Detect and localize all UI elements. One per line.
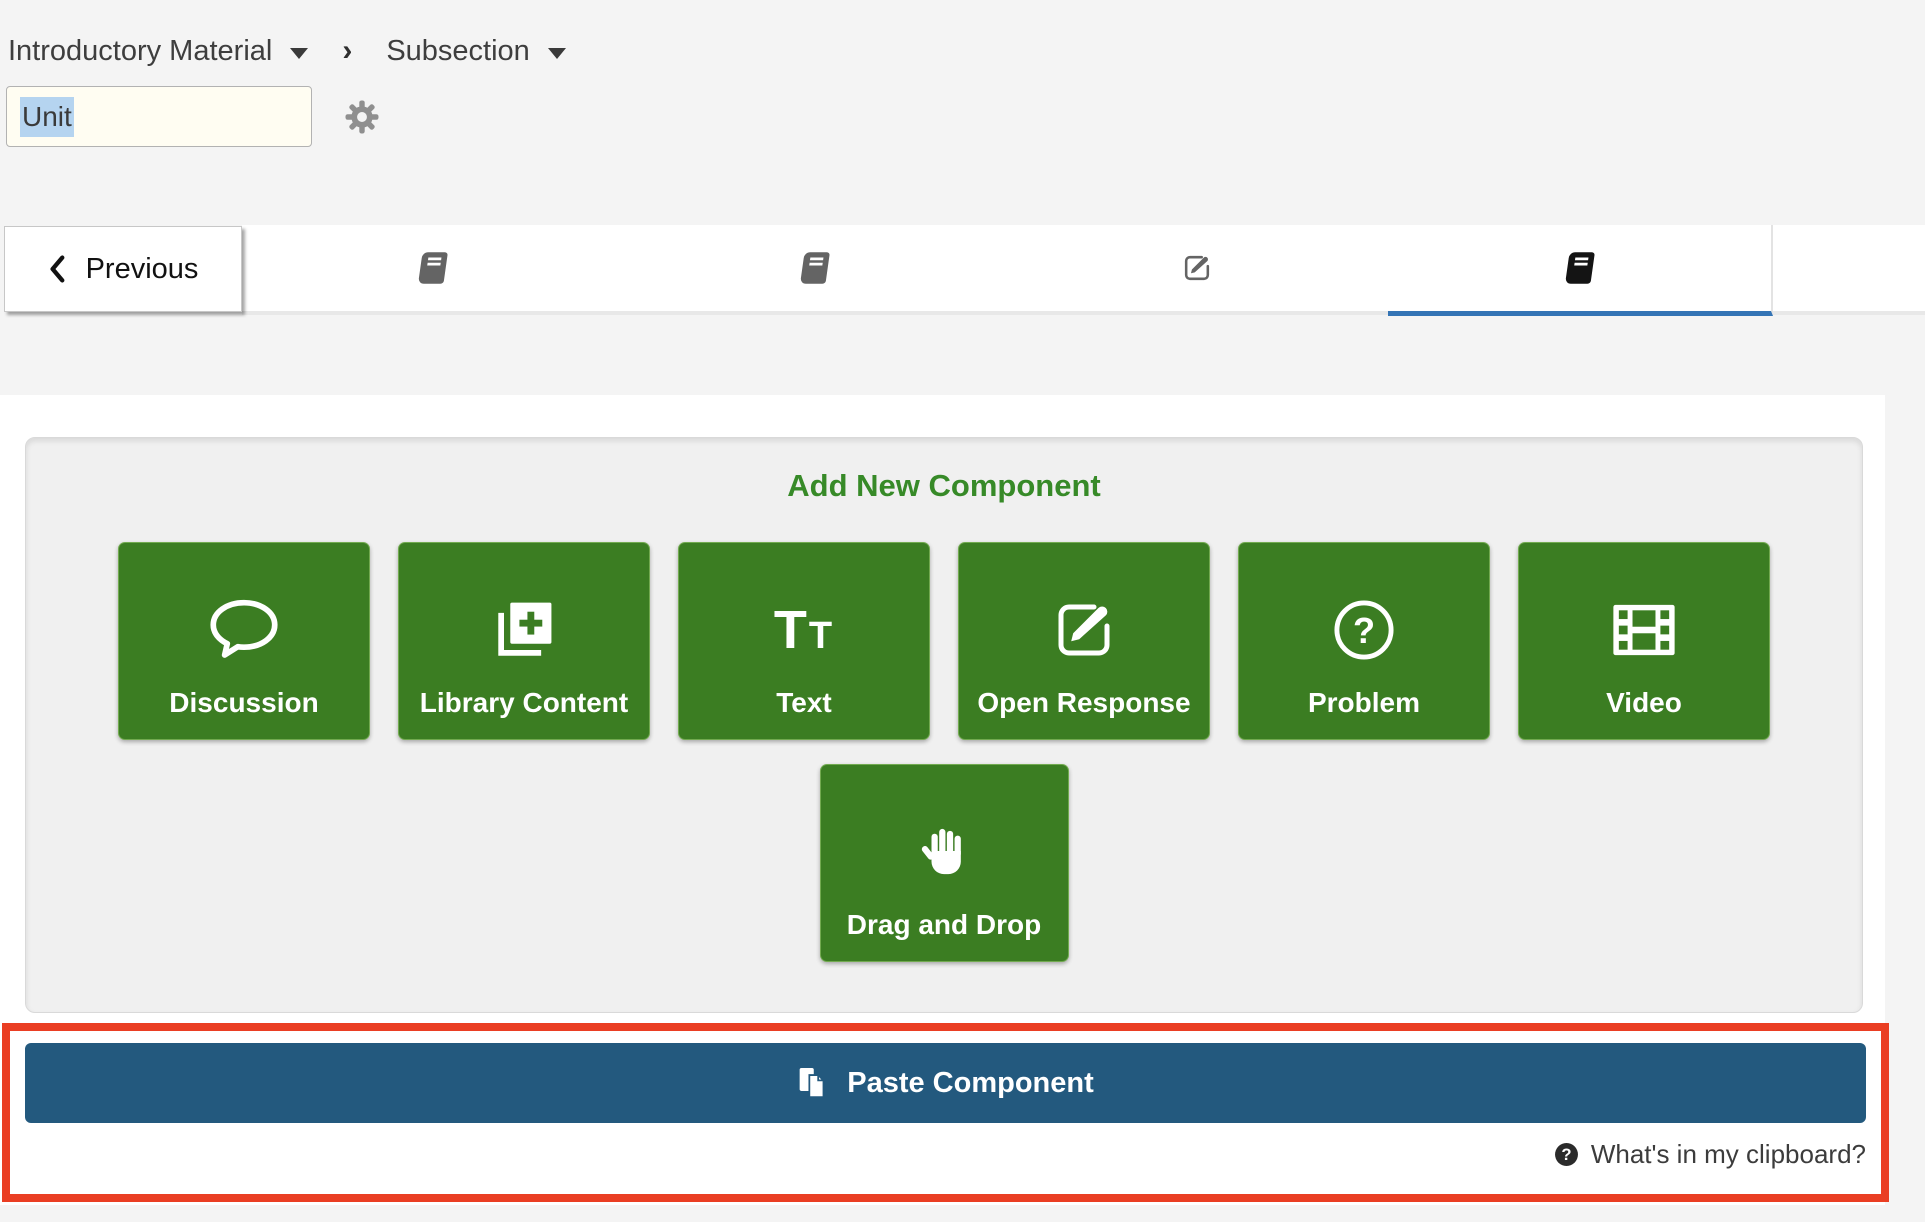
breadcrumb-subsection-dropdown[interactable]: Subsection <box>386 35 566 68</box>
add-new-component-panel: Add New Component Discussion <box>25 437 1863 1013</box>
add-discussion-button[interactable]: Discussion <box>118 542 370 740</box>
component-button-label: Drag and Drop <box>847 909 1041 941</box>
unit-settings-button[interactable] <box>344 99 380 135</box>
component-button-label: Text <box>776 687 832 719</box>
whats-in-my-clipboard-link[interactable]: ? What's in my clipboard? <box>1554 1139 1866 1170</box>
add-library-content-button[interactable]: Library Content <box>398 542 650 740</box>
question-circle-icon: ? <box>1554 1142 1579 1167</box>
unit-tab-bar: Previous <box>0 225 1925 317</box>
unit-content-panel: Add New Component Discussion <box>0 395 1885 1205</box>
add-drag-and-drop-button[interactable]: Drag and Drop <box>820 764 1069 962</box>
add-text-button[interactable]: TT Text <box>678 542 930 740</box>
component-button-label: Library Content <box>420 687 628 719</box>
paste-component-button[interactable]: Paste Component <box>25 1043 1866 1123</box>
discussion-icon <box>207 597 281 663</box>
paste-icon <box>797 1066 827 1100</box>
component-button-label: Problem <box>1308 687 1420 719</box>
paste-component-label: Paste Component <box>847 1067 1094 1100</box>
add-component-title: Add New Component <box>26 468 1862 504</box>
open-response-icon <box>1050 596 1118 664</box>
breadcrumb-section-dropdown[interactable]: Introductory Material <box>8 35 308 68</box>
clipboard-link-label: What's in my clipboard? <box>1591 1139 1866 1170</box>
component-button-row-2: Drag and Drop <box>26 764 1862 962</box>
breadcrumb-separator: › <box>342 34 352 68</box>
problem-icon: ? <box>1330 596 1398 664</box>
paste-section-highlight: Paste Component ? What's in my clipboard… <box>2 1023 1889 1202</box>
svg-text:?: ? <box>1353 610 1375 651</box>
unit-title-selected-text: Unit <box>20 97 74 137</box>
chevron-down-icon <box>548 48 566 59</box>
add-problem-button[interactable]: ? Problem <box>1238 542 1490 740</box>
video-icon <box>1609 601 1679 659</box>
tab-unit-4-active[interactable] <box>1388 225 1773 316</box>
breadcrumb-subsection-label: Subsection <box>386 35 530 68</box>
component-button-label: Open Response <box>977 687 1190 719</box>
svg-text:?: ? <box>1561 1145 1571 1164</box>
add-video-button[interactable]: Video <box>1518 542 1770 740</box>
previous-button-label: Previous <box>86 253 199 286</box>
breadcrumb-section-label: Introductory Material <box>8 35 272 68</box>
tab-unit-5-partial[interactable] <box>1773 225 1925 315</box>
text-icon: TT <box>774 603 834 657</box>
unit-title-row: Unit <box>6 86 380 147</box>
previous-button[interactable]: Previous <box>4 226 242 312</box>
chevron-left-icon <box>48 255 66 283</box>
component-button-label: Discussion <box>169 687 318 719</box>
book-icon <box>1563 252 1595 284</box>
gear-icon <box>344 99 380 135</box>
edit-icon <box>1181 252 1213 284</box>
drag-and-drop-icon <box>919 824 969 880</box>
component-button-row: Discussion Library Content TT Text <box>26 542 1862 740</box>
add-open-response-button[interactable]: Open Response <box>958 542 1210 740</box>
studio-unit-page: { "breadcrumb": { "section": "Introducto… <box>0 0 1925 1222</box>
tab-unit-3[interactable] <box>1006 225 1390 315</box>
book-icon <box>417 252 449 284</box>
breadcrumb: Introductory Material › Subsection <box>8 34 566 68</box>
chevron-down-icon <box>290 48 308 59</box>
component-button-label: Video <box>1606 687 1682 719</box>
unit-title-input[interactable]: Unit <box>6 86 312 147</box>
tab-unit-1[interactable] <box>242 225 626 315</box>
book-icon <box>799 252 831 284</box>
library-content-icon <box>492 598 556 662</box>
tab-unit-2[interactable] <box>624 225 1008 315</box>
